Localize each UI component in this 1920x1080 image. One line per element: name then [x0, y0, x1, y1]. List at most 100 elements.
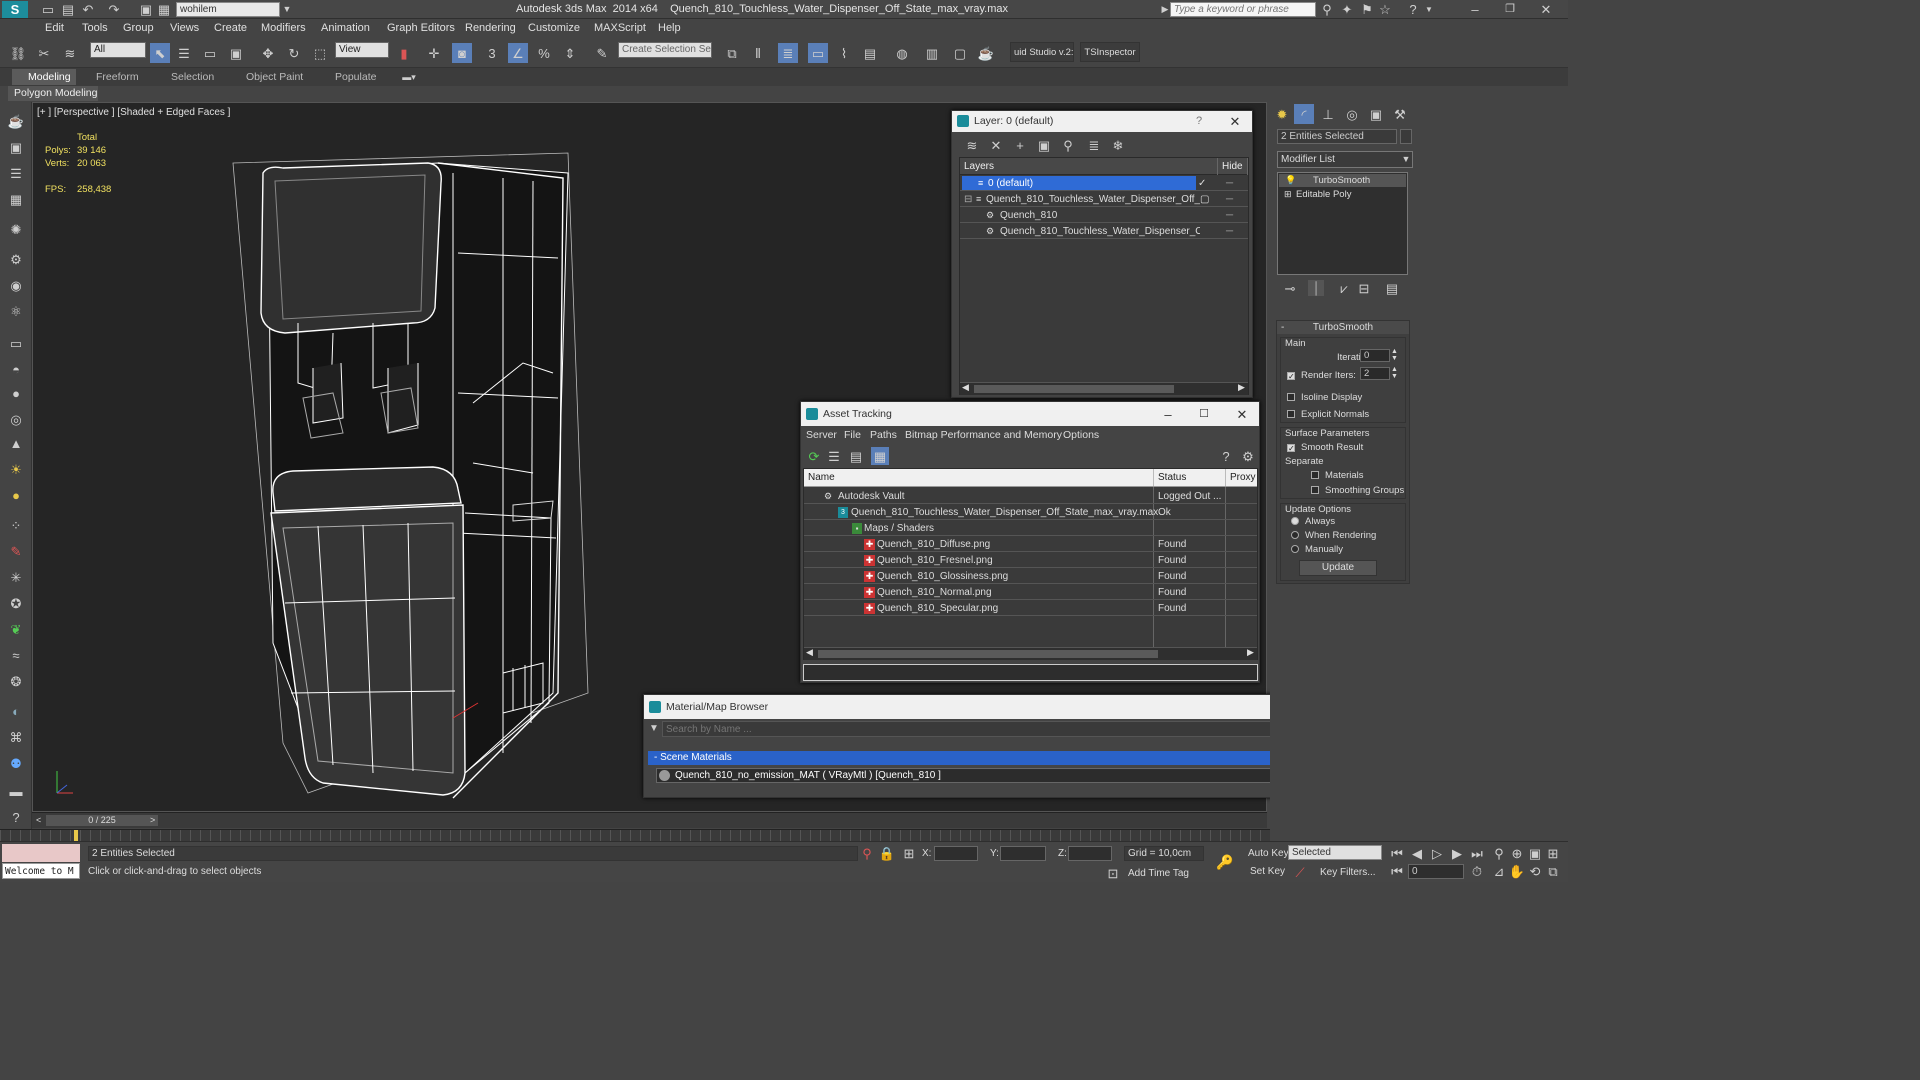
cloth-icon[interactable]: ❂	[6, 672, 26, 690]
create-teapot-icon[interactable]: ☕	[6, 112, 26, 130]
asset-row[interactable]: ▪ Maps / Shaders	[804, 521, 1257, 536]
tsinspector-button[interactable]: TSInspector	[1080, 42, 1140, 62]
layer-row[interactable]: ⚙ Quench_810 ─	[960, 208, 1248, 223]
new-file-icon[interactable]: ▭	[40, 2, 56, 17]
update-button[interactable]: Update	[1299, 560, 1377, 576]
schematic-view-icon[interactable]: ▤	[860, 43, 880, 63]
layer-row[interactable]: ≡ 0 (default) ✓ ─	[960, 176, 1248, 191]
rotate-icon[interactable]: ↻	[284, 43, 304, 63]
select-in-layer-icon[interactable]: ▣	[1036, 137, 1052, 153]
network-icon[interactable]: ✳	[6, 568, 26, 586]
active-check-icon[interactable]: ✓	[1198, 176, 1206, 191]
detail-view-icon[interactable]: ▤	[849, 449, 863, 463]
workspace-dropdown[interactable]: wohilem	[176, 2, 280, 17]
menu-modifiers[interactable]: Modifiers	[261, 22, 306, 34]
modifier-list-dropdown[interactable]: Modifier List	[1277, 151, 1413, 168]
manually-radio[interactable]	[1291, 545, 1299, 553]
add-time-tag-button[interactable]: Add Time Tag	[1128, 868, 1189, 879]
window-crossing-icon[interactable]: ▣	[226, 43, 246, 63]
named-selection-set-dropdown[interactable]: Create Selection Se	[618, 42, 712, 58]
sun-icon[interactable]: ☀	[6, 460, 26, 478]
material-item[interactable]: Quench_810_no_emission_MAT ( VRayMtl ) […	[656, 768, 1354, 783]
set-key-button[interactable]: Set Key	[1250, 866, 1285, 877]
scale-icon[interactable]: ⬚	[310, 43, 330, 63]
scroll-right-icon[interactable]: ▶	[1238, 382, 1245, 393]
maxscript-listener[interactable]: Welcome to M	[2, 863, 80, 879]
globe-icon[interactable]: ✪	[6, 594, 26, 612]
archive-icon[interactable]: ▬	[6, 782, 26, 800]
link-icon[interactable]: ⛓	[8, 43, 28, 63]
zoom-all-icon[interactable]: ⊕	[1510, 846, 1524, 860]
active-check-icon[interactable]: ▢	[1200, 192, 1209, 207]
menu-maxscript[interactable]: MAXScript	[594, 22, 646, 34]
selection-filter-dropdown[interactable]: All	[90, 42, 146, 58]
question-icon[interactable]: ?	[6, 808, 26, 826]
rendered-frame-window-icon[interactable]: ▢	[950, 43, 970, 63]
vray-sphere-icon[interactable]: ◐	[6, 702, 26, 720]
close-icon[interactable]: ✕	[1228, 114, 1242, 128]
save-icon[interactable]: ▣	[138, 2, 154, 17]
select-by-name-icon[interactable]: ☰	[174, 43, 194, 63]
menu-group[interactable]: Group	[123, 22, 154, 34]
x-coordinate-field[interactable]	[934, 846, 978, 861]
asset-menu-bitmap[interactable]: Bitmap Performance and Memory	[905, 429, 1062, 441]
make-unique-icon[interactable]: ⩗	[1336, 280, 1352, 296]
modifier-list-chevron-down-icon[interactable]: ▼	[1400, 153, 1412, 166]
color-swatch[interactable]	[1400, 129, 1412, 144]
asset-menu-options[interactable]: Options	[1063, 429, 1099, 441]
key-mode-toggle-icon[interactable]: ⏮	[1390, 864, 1404, 878]
favorites-star-icon[interactable]: ☆	[1378, 2, 1392, 17]
create-layer-icon[interactable]: ≋	[964, 137, 980, 153]
layer-row[interactable]: ⚙ Quench_810_Touchless_Water_Dispenser_O…	[960, 224, 1248, 239]
settings-icon[interactable]: ⚙	[1241, 449, 1255, 463]
torus-icon[interactable]: ◎	[6, 410, 26, 428]
list-view-icon[interactable]: ☰	[827, 449, 841, 463]
stack-item-editable-poly[interactable]: ⊞ Editable Poly	[1279, 188, 1406, 201]
restore-window-icon[interactable]: ❐	[1500, 1, 1520, 17]
render-production-icon[interactable]: ☕	[976, 43, 996, 63]
menu-customize[interactable]: Customize	[528, 22, 580, 34]
screen-icon[interactable]: ▣	[6, 138, 26, 156]
help-icon[interactable]: ?	[1192, 114, 1206, 128]
asset-row[interactable]: ✚ Quench_810_Fresnel.png Found	[804, 553, 1257, 568]
close-icon[interactable]: ✕	[1235, 407, 1249, 421]
isolate-selection-icon[interactable]: ⚲	[860, 846, 874, 860]
time-config-icon[interactable]: ⏱	[1470, 864, 1484, 878]
hide-toggle-icon[interactable]: ─	[1226, 208, 1233, 223]
mirror-icon[interactable]: ⧉	[722, 43, 742, 63]
plant-icon[interactable]: ❦	[6, 620, 26, 638]
asset-row[interactable]: ⚙ Autodesk Vault Logged Out ...	[804, 489, 1257, 504]
reference-coordinate-dropdown[interactable]: View	[335, 42, 389, 58]
ribbon-polygon-modeling[interactable]: Polygon Modeling	[8, 86, 98, 101]
minimize-icon[interactable]: –	[1161, 407, 1175, 421]
y-coordinate-field[interactable]	[1000, 846, 1046, 861]
delete-layer-icon[interactable]: ✕	[988, 137, 1004, 153]
next-frame-icon[interactable]: ▶	[1450, 846, 1464, 860]
modify-tab-icon[interactable]: ◜	[1294, 104, 1314, 124]
time-slider-thumb[interactable]: 0 / 225	[46, 815, 158, 826]
z-coordinate-field[interactable]	[1068, 846, 1112, 861]
proxy-column-header[interactable]: Proxy I	[1230, 469, 1257, 486]
edit-named-selection-icon[interactable]: ✎	[592, 43, 612, 63]
time-next-icon[interactable]: >	[150, 815, 155, 825]
ribbon-options-icon[interactable]: ▬▾	[398, 70, 420, 84]
explicit-normals-checkbox[interactable]	[1287, 409, 1299, 420]
select-manipulate-icon[interactable]: ✛	[424, 43, 444, 63]
always-radio[interactable]	[1291, 517, 1299, 525]
create-tab-icon[interactable]: ✹	[1272, 104, 1292, 124]
snaps-toggle-icon[interactable]: 3	[482, 43, 502, 63]
orbit-icon[interactable]: ⟲	[1528, 864, 1542, 878]
layer-row[interactable]: ⊟ ≡ Quench_810_Touchless_Water_Dispenser…	[960, 192, 1248, 207]
menu-animation[interactable]: Animation	[321, 22, 370, 34]
help-search-input[interactable]	[1170, 2, 1316, 17]
hair-icon[interactable]: ≈	[6, 646, 26, 664]
material-editor-icon[interactable]: ◍	[892, 43, 912, 63]
materials-checkbox[interactable]	[1311, 470, 1323, 481]
scroll-right-icon[interactable]: ▶	[1247, 647, 1254, 658]
pan-icon[interactable]: ✋	[1509, 864, 1525, 878]
open-file-icon[interactable]: ▤	[60, 2, 76, 17]
zoom-extents-icon[interactable]: ▣	[1528, 846, 1542, 860]
spinner-snap-icon[interactable]: ⇕	[560, 43, 580, 63]
close-window-icon[interactable]: ✕	[1536, 1, 1556, 17]
pin-stack-icon[interactable]: ⊸	[1282, 280, 1298, 296]
